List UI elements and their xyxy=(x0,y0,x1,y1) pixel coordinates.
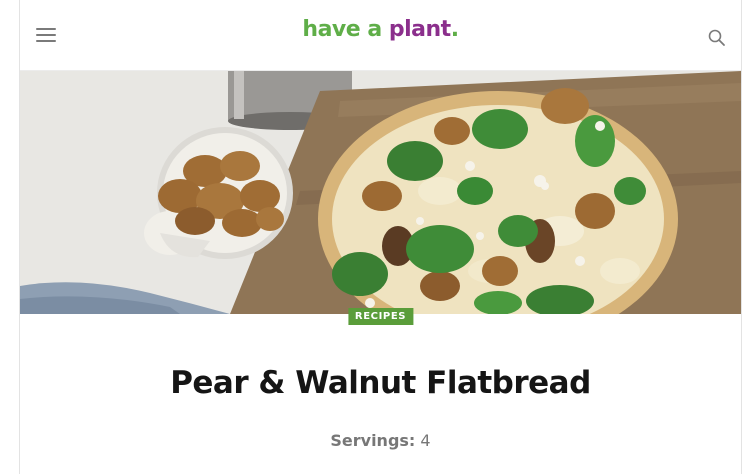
category-badge[interactable]: RECIPES xyxy=(347,308,414,325)
site-header: have a plant. xyxy=(20,0,741,71)
servings-value: 4 xyxy=(420,431,431,450)
page-frame: have a plant. RECIPES Pear & Walnut Flat… xyxy=(19,0,742,474)
logo-dot: . xyxy=(450,17,459,42)
servings-label: Servings: xyxy=(330,431,416,450)
logo-word-have-a: have a xyxy=(302,17,382,42)
logo-word-plant: plant xyxy=(388,17,451,42)
site-logo[interactable]: have a plant. xyxy=(20,17,741,42)
servings-info: Servings: 4 xyxy=(20,431,741,450)
search-icon[interactable] xyxy=(707,28,727,48)
hero-image xyxy=(20,71,741,314)
recipe-title: Pear & Walnut Flatbread xyxy=(170,365,591,401)
